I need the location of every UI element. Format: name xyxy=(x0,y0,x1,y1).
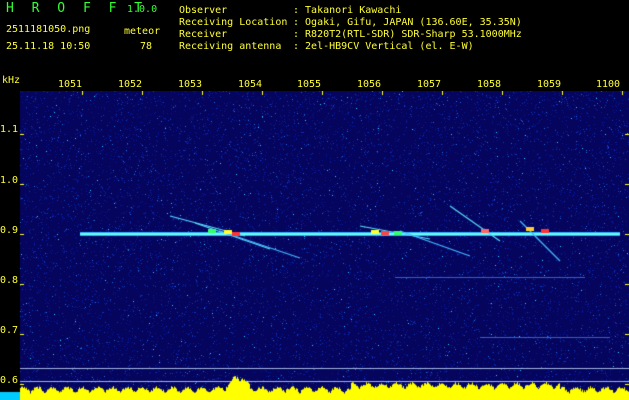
observer-value: : Takanori Kawachi xyxy=(293,5,402,16)
header-panel: H R O F F T 1.0.0 2511181050.png 25.11.1… xyxy=(0,0,629,73)
app-version: 1.0.0 xyxy=(127,4,158,15)
x-tick-label: 1057 xyxy=(417,79,442,90)
y-tick-label: 1.1 xyxy=(0,124,19,135)
antenna-label: Receiving antenna xyxy=(179,41,282,52)
x-tick-label: 1052 xyxy=(118,79,143,90)
y-tick-label: 0.6 xyxy=(0,375,19,386)
x-tick-label: 1054 xyxy=(238,79,263,90)
timestamp: 25.11.18 10:50 xyxy=(6,41,91,52)
y-tick-label: 0.7 xyxy=(0,325,19,336)
y-tick-label: 1.0 xyxy=(0,175,19,186)
x-tick-label: 1056 xyxy=(357,79,382,90)
observer-label: Observer xyxy=(179,5,228,16)
spectrogram-canvas xyxy=(0,91,629,400)
khz-unit-label: kHz xyxy=(2,75,21,86)
x-tick-label: 1058 xyxy=(477,79,502,90)
receiver-label: Receiver xyxy=(179,29,228,40)
x-tick-label: 1051 xyxy=(58,79,83,90)
antenna-value: : 2el-HB9CV Vertical (el. E-W) xyxy=(293,41,474,52)
meteor-count-value: 78 xyxy=(140,41,153,52)
receiver-value: : R820T2(RTL-SDR) SDR-Sharp 53.1000MHz xyxy=(293,29,522,40)
y-tick-label: 0.9 xyxy=(0,225,19,236)
y-tick-label: 0.8 xyxy=(0,275,19,286)
x-tick-label: 1059 xyxy=(537,79,562,90)
frequency-axis: kHz 1051 1052 1053 1054 1055 1056 1057 1… xyxy=(0,73,629,91)
x-tick-label: 1100 xyxy=(596,79,621,90)
location-value: : Ogaki, Gifu, JAPAN (136.60E, 35.35N) xyxy=(293,17,522,28)
x-tick-label: 1055 xyxy=(297,79,322,90)
spectrogram-panel: kHz 1051 1052 1053 1054 1055 1056 1057 1… xyxy=(0,73,629,400)
x-tick-label: 1053 xyxy=(178,79,203,90)
app-name: H R O F F T xyxy=(6,1,148,16)
location-label: Receiving Location xyxy=(179,17,288,28)
meteor-count-label: meteor xyxy=(124,26,161,37)
file-name: 2511181050.png xyxy=(6,24,91,35)
